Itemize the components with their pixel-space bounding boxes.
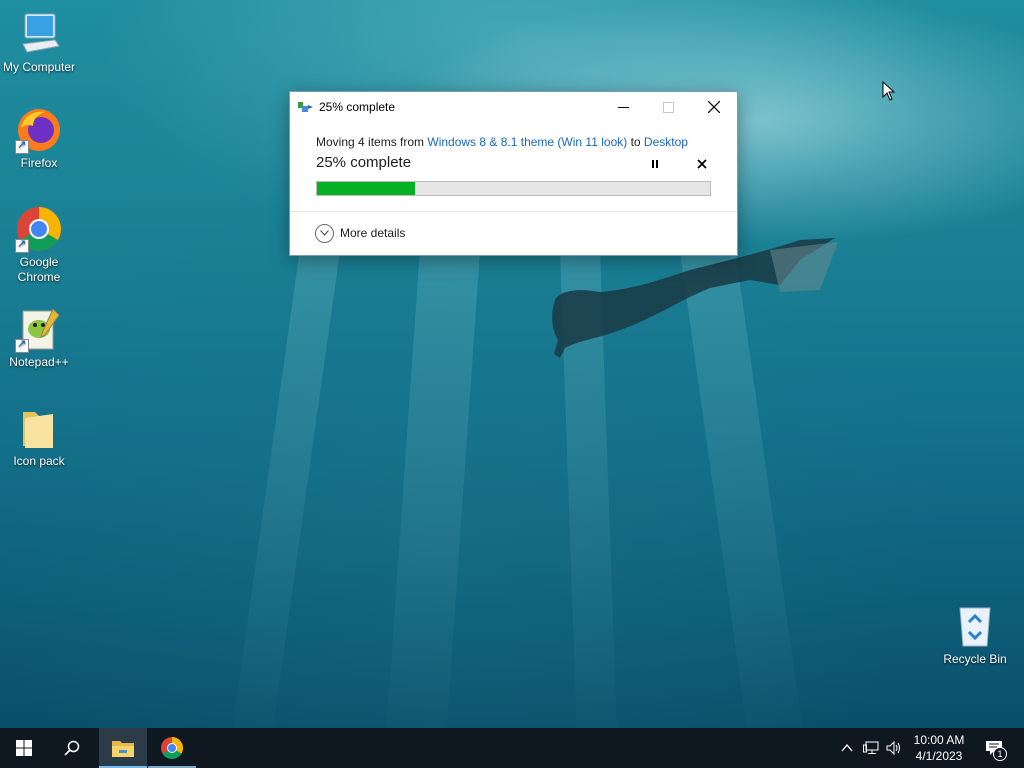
dialog-title: 25% complete	[319, 100, 396, 114]
message-mid: to	[627, 135, 644, 149]
taskbar: 10:00 AM 4/1/2023 1	[0, 728, 1024, 768]
show-hidden-icons-button[interactable]	[837, 738, 857, 758]
dialog-titlebar[interactable]: 25% complete	[290, 92, 737, 122]
shortcut-arrow-icon	[15, 337, 29, 353]
search-icon	[64, 740, 80, 756]
file-move-dialog: 25% complete Moving 4 items from Windows…	[289, 91, 738, 256]
clock-time: 10:00 AM	[913, 733, 965, 747]
folder-icon	[15, 404, 63, 452]
desktop-icon-my-computer[interactable]: My Computer	[1, 10, 77, 75]
cancel-button[interactable]	[694, 156, 710, 172]
desktop-icon-label: Recycle Bin	[943, 652, 1007, 666]
speaker-icon	[886, 741, 900, 755]
search-button[interactable]	[48, 728, 96, 768]
clock-date: 4/1/2023	[915, 749, 963, 763]
desktop-icon-label: Notepad++	[9, 355, 69, 369]
progress-status: 25% complete	[316, 154, 412, 171]
network-icon	[863, 741, 879, 754]
maximize-icon	[662, 101, 674, 113]
volume-button[interactable]	[884, 738, 904, 758]
more-details-label: More details	[340, 226, 406, 240]
close-button[interactable]	[691, 92, 737, 122]
taskbar-file-explorer[interactable]	[99, 728, 147, 768]
maximize-button	[645, 92, 691, 122]
light-ray	[383, 247, 480, 728]
chrome-icon	[161, 737, 183, 759]
network-button[interactable]	[861, 738, 881, 758]
computer-icon	[15, 10, 63, 58]
mouse-cursor-icon	[882, 81, 896, 101]
cancel-icon	[697, 159, 707, 169]
file-move-icon	[298, 102, 313, 112]
taskbar-chrome[interactable]	[148, 728, 196, 768]
desktop-icon-google-chrome[interactable]: Google Chrome	[1, 205, 77, 285]
close-icon	[708, 101, 720, 113]
progress-bar	[316, 181, 711, 196]
desktop-icon-icon-pack[interactable]: Icon pack	[1, 404, 77, 469]
destination-link[interactable]: Desktop	[644, 135, 688, 149]
source-link[interactable]: Windows 8 & 8.1 theme (Win 11 look)	[427, 135, 627, 149]
more-details-button[interactable]: More details	[315, 223, 405, 243]
notification-count-badge: 1	[993, 747, 1007, 761]
shortcut-arrow-icon	[15, 138, 29, 154]
desktop-icon-label: Icon pack	[13, 454, 65, 468]
message-prefix: Moving 4 items from	[316, 135, 428, 149]
start-icon	[16, 740, 32, 756]
notepadpp-icon	[15, 305, 63, 353]
chevron-down-icon	[315, 223, 334, 243]
pause-icon	[652, 160, 658, 168]
desktop-icon-label: Firefox	[20, 156, 58, 170]
start-button[interactable]	[0, 728, 48, 768]
chrome-icon	[15, 205, 63, 253]
desktop-icon-notepadpp[interactable]: Notepad++	[1, 305, 77, 370]
minimize-icon	[617, 106, 629, 108]
chevron-up-icon	[841, 744, 853, 752]
dialog-separator	[290, 211, 737, 212]
desktop-icon-firefox[interactable]: Firefox	[1, 106, 77, 171]
clock[interactable]: 10:00 AM 4/1/2023	[906, 732, 972, 764]
progress-bar-fill	[317, 182, 416, 195]
minimize-button[interactable]	[600, 92, 646, 122]
desktop-icon-label: My Computer	[2, 60, 76, 74]
file-explorer-icon	[112, 741, 134, 757]
shortcut-arrow-icon	[15, 237, 29, 253]
move-message: Moving 4 items from Windows 8 & 8.1 them…	[316, 135, 688, 149]
desktop-icon-label: Google Chrome	[17, 255, 61, 284]
light-ray	[227, 247, 340, 728]
pause-button[interactable]	[647, 156, 663, 172]
firefox-icon	[15, 106, 63, 154]
recycle-bin-icon	[951, 602, 999, 650]
action-center-button[interactable]: 1	[982, 738, 1007, 761]
desktop-icon-recycle-bin[interactable]: Recycle Bin	[937, 602, 1013, 667]
